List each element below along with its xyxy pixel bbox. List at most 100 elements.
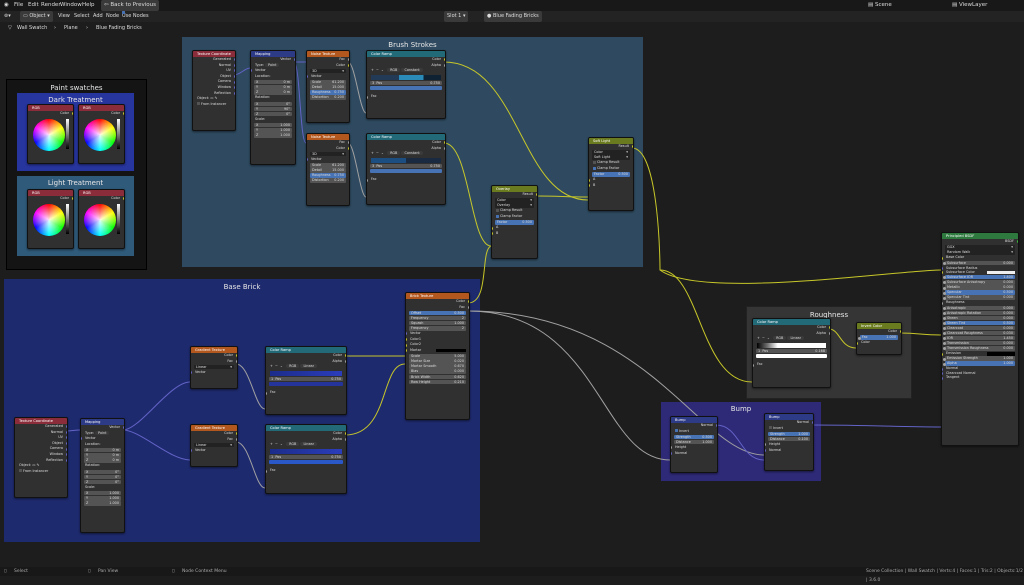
location-x-field[interactable]: X0 m	[84, 448, 121, 453]
scale-y-field[interactable]: Y 1.000	[254, 128, 292, 133]
invert-checkbox[interactable]: Invert	[671, 429, 717, 435]
scale-x-field[interactable]: X 1.000	[254, 123, 292, 128]
clamp-factor-checkbox[interactable]: Clamp Factor	[589, 166, 633, 172]
detail-field[interactable]: Detail 15.000	[310, 85, 346, 90]
bsdf-input-subsurface-ior[interactable]: Subsurface IOR 1.400	[943, 275, 1015, 280]
bsdf-input-clearcoat[interactable]: Clearcoat 0.000	[943, 325, 1015, 331]
bsdf-input-anisotropic-rotation[interactable]: Anisotropic Rotation 0.000	[943, 310, 1015, 315]
location-z-field[interactable]: Z0 m	[84, 458, 121, 463]
invert-checkbox[interactable]: Invert	[765, 426, 813, 432]
input-socket[interactable]	[943, 327, 946, 331]
data-type-dropdown[interactable]: Color ▾	[495, 198, 534, 203]
color-wheel[interactable]	[84, 118, 116, 151]
scale-field[interactable]: Scale 61.200	[310, 80, 346, 85]
ramp-toolbar[interactable]: + − ⌄ RGB Linear	[266, 364, 346, 370]
color-ramp-gradient[interactable]	[270, 370, 342, 376]
input-socket[interactable]	[943, 362, 946, 366]
rotation-x-field[interactable]: X 0°	[84, 469, 121, 474]
input-socket[interactable]	[943, 296, 946, 300]
roughness-field[interactable]: Roughness 0.750	[310, 173, 346, 178]
frequency-field[interactable]: Frequency 2	[409, 315, 466, 321]
detail-field[interactable]: Detail 15.000	[310, 168, 346, 173]
ramp-stop-index[interactable]: 3 Pos 0.750	[370, 80, 442, 86]
rotation-y-field[interactable]: Y 0°	[84, 474, 121, 480]
color-ramp-gradient[interactable]	[757, 342, 826, 348]
squash-field[interactable]: Squash 1.000	[409, 321, 466, 326]
brick-texture-node[interactable]: Brick Texture Color Fac Offset 0.500 Freq…	[405, 292, 470, 420]
row-height-field[interactable]: Row Height 0.210	[409, 379, 466, 385]
ramp-toolbar[interactable]: + − ⌄ RGB Linear	[266, 442, 346, 448]
input-socket[interactable]	[943, 286, 946, 290]
from-instancer-checkbox[interactable]: From Instancer	[193, 102, 235, 108]
input-socket[interactable]	[943, 276, 946, 280]
data-type-dropdown[interactable]: Color ▾	[592, 150, 630, 155]
bsdf-input-subsurface-color[interactable]: Subsurface Color	[942, 270, 1018, 275]
ramp-stop-color[interactable]	[756, 353, 827, 359]
distance-field[interactable]: Distance 1.000	[674, 439, 714, 445]
ramp-toolbar[interactable]: + − ⌄ RGB Constant	[367, 151, 445, 157]
value-slider[interactable]	[117, 204, 120, 234]
input-socket[interactable]	[943, 332, 946, 336]
value-slider[interactable]	[117, 119, 120, 149]
mortar-smooth-field[interactable]: Mortar Smooth 0.670	[409, 364, 466, 369]
color-ramp-node[interactable]: Color Ramp Color Alpha + − ⌄ RGB Linear …	[265, 424, 347, 494]
invert-fac-field[interactable]: Fac 1.000	[858, 335, 898, 340]
distortion-field[interactable]: Distortion 0.200	[310, 95, 346, 100]
texture-coordinate-node[interactable]: Texture Coordinate Generated Normal UV O…	[14, 417, 68, 498]
ramp-stop-index[interactable]: 1 Pos 0.750	[269, 454, 343, 460]
input-socket[interactable]	[943, 261, 946, 265]
input-socket[interactable]	[943, 322, 946, 326]
ramp-toolbar[interactable]: + − ⌄ RGB Linear	[753, 336, 830, 342]
bsdf-input-ior[interactable]: IOR 1.450	[943, 336, 1015, 341]
ramp-stop-color[interactable]	[370, 168, 442, 174]
ramp-stop-index[interactable]: 1 Pos 0.750	[269, 376, 343, 382]
mix-overlay-node[interactable]: Overlay Result Color ▾ Overlay ▾ Clamp Res…	[491, 185, 538, 259]
color-ramp-node[interactable]: Color Ramp Color Alpha + − ⌄ RGB Linear …	[752, 318, 831, 388]
color-ramp-gradient[interactable]	[371, 157, 441, 163]
noise-texture-node[interactable]: Noise Texture Fac Color 3D ▾ Vector Scale…	[306, 50, 350, 123]
color-ramp-node[interactable]: Color Ramp Color Alpha + − ⌄ RGB Constan…	[366, 133, 446, 205]
color-swatch[interactable]	[987, 352, 1015, 356]
color-ramp-gradient[interactable]	[371, 74, 441, 80]
factor-field[interactable]: Factor 0.500	[495, 220, 534, 225]
input-mortar[interactable]: Mortar	[406, 348, 469, 354]
ramp-stop-color[interactable]	[269, 381, 343, 387]
input-socket[interactable]	[942, 256, 943, 260]
mapping-node[interactable]: Mapping Vector Type: Point Vector Locati…	[250, 50, 296, 165]
bsdf-input-alpha[interactable]: Alpha 1.000	[943, 361, 1015, 366]
strength-field[interactable]: Strength 0.500	[674, 434, 714, 440]
input-socket[interactable]	[942, 376, 943, 380]
bsdf-input-sheen-tint[interactable]: Sheen Tint 0.500	[943, 320, 1015, 326]
from-instancer-checkbox[interactable]: From Instancer	[15, 469, 67, 475]
bsdf-input-specular-tint[interactable]: Specular Tint 0.000	[943, 295, 1015, 300]
offset-field[interactable]: Offset 0.500	[409, 310, 466, 316]
scale-z-field[interactable]: Z 1.000	[84, 501, 121, 506]
distance-field[interactable]: Distance 0.100	[768, 436, 810, 442]
location-y-field[interactable]: Y0 m	[254, 85, 292, 90]
scale-field[interactable]: Scale 61.200	[310, 163, 346, 168]
texture-coordinate-node[interactable]: Texture Coordinate Generated Normal UV O…	[192, 50, 236, 131]
bsdf-input-specular[interactable]: Specular 0.500	[943, 290, 1015, 295]
mortar-size-field[interactable]: Mortar Size 0.020	[409, 359, 466, 364]
input-socket[interactable]	[943, 311, 946, 315]
dimensions-dropdown[interactable]: 3D ▾	[310, 68, 346, 74]
input-socket[interactable]	[942, 301, 943, 305]
rotation-y-field[interactable]: Y 90°	[254, 106, 292, 112]
dimensions-dropdown[interactable]: 3D ▾	[310, 151, 346, 157]
color-wheel[interactable]	[33, 118, 65, 151]
bsdf-input-transmission[interactable]: Transmission 0.000	[943, 341, 1015, 346]
noise-texture-node[interactable]: Noise Texture Fac Color 3D ▾ Vector Scale…	[306, 133, 350, 206]
rotation-z-field[interactable]: Z 0°	[254, 111, 292, 117]
strength-field[interactable]: Strength 1.000	[768, 431, 810, 437]
gradient-type-dropdown[interactable]: Linear ▾	[194, 442, 234, 448]
brick-scale-field[interactable]: Scale 5.000	[409, 354, 466, 359]
bsdf-input-base-color[interactable]: Base Color	[942, 255, 1018, 260]
ramp-stop-color[interactable]	[269, 459, 343, 465]
rgb-node[interactable]: RGB Color	[27, 189, 74, 249]
bsdf-input-clearcoat-roughness[interactable]: Clearcoat Roughness 0.030	[943, 330, 1015, 336]
bump-node[interactable]: Bump Normal Invert Strength 1.000 Distanc…	[764, 413, 814, 471]
bsdf-input-subsurface-anisotropy[interactable]: Subsurface Anisotropy 0.000	[943, 280, 1015, 285]
bsdf-input-emission-strength[interactable]: Emission Strength 1.000	[943, 356, 1015, 361]
rgb-node[interactable]: RGB Color	[27, 104, 74, 164]
bsdf-input-sheen[interactable]: Sheen 0.000	[943, 315, 1015, 321]
